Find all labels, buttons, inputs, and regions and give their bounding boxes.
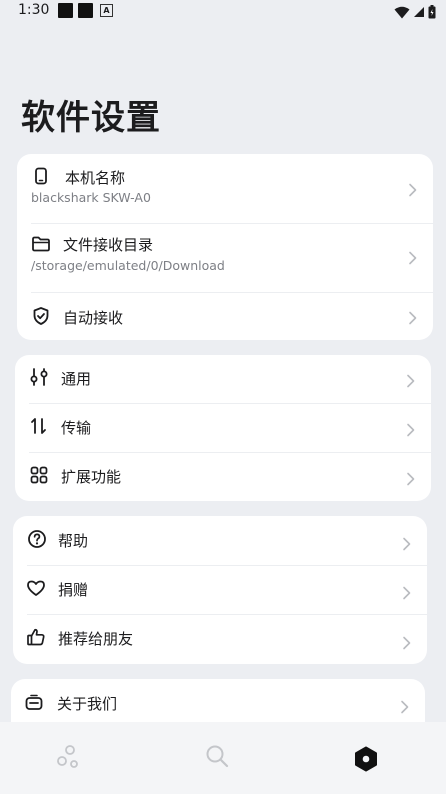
- heart-icon: [26, 578, 46, 598]
- chevron-right-icon: [408, 311, 418, 325]
- grid-icon: [29, 465, 49, 485]
- device-name-label: 本机名称: [65, 169, 126, 187]
- general-item[interactable]: 通用: [15, 355, 431, 403]
- about-label: 关于我们: [57, 695, 118, 713]
- page-title: 软件设置: [21, 98, 161, 138]
- recommend-item[interactable]: 推荐给朋友: [13, 615, 427, 664]
- device-settings-card: 本机名称 blackshark SKW-A0 文件接收目录 /storage/e…: [17, 154, 433, 340]
- shield-check-icon: [31, 306, 51, 326]
- bottom-navigation: [0, 722, 446, 794]
- search-icon: [206, 745, 229, 768]
- battery-icon: [428, 5, 436, 19]
- receive-folder-label: 文件接收目录: [63, 236, 154, 254]
- donate-label: 捐赠: [58, 581, 89, 599]
- device-name-item[interactable]: 本机名称 blackshark SKW-A0: [17, 154, 433, 224]
- recommend-label: 推荐给朋友: [58, 630, 134, 648]
- auto-receive-label: 自动接收: [63, 309, 124, 327]
- help-item[interactable]: 帮助: [13, 516, 427, 564]
- wifi-icon: [394, 6, 410, 18]
- nav-home-button[interactable]: [54, 742, 84, 772]
- help-circle-icon: [27, 529, 47, 549]
- notification-a-icon: A: [100, 4, 113, 17]
- nav-search-button[interactable]: [203, 742, 233, 772]
- transfer-item[interactable]: 传输: [15, 404, 431, 452]
- folder-icon: [31, 234, 51, 254]
- chevron-right-icon: [406, 423, 416, 437]
- status-bar: 1:30 A: [0, 0, 446, 26]
- device-name-value: blackshark SKW-A0: [31, 190, 151, 205]
- transfer-arrows-icon: [29, 416, 49, 436]
- general-label: 通用: [61, 370, 92, 388]
- extensions-label: 扩展功能: [61, 468, 122, 486]
- signal-icon: [414, 7, 424, 17]
- chevron-right-icon: [406, 374, 416, 388]
- chevron-right-icon: [402, 636, 412, 650]
- auto-receive-item[interactable]: 自动接收: [17, 293, 433, 340]
- bubbles-icon: [57, 745, 78, 768]
- receive-folder-path: /storage/emulated/0/Download: [31, 258, 225, 273]
- status-icons: [394, 5, 436, 19]
- general-settings-card: 通用 传输 扩展功能: [15, 355, 431, 501]
- sliders-icon: [29, 367, 49, 387]
- robot-icon: [24, 693, 44, 713]
- help-label: 帮助: [58, 532, 89, 550]
- hexagon-settings-icon: [355, 746, 377, 772]
- chevron-right-icon: [402, 586, 412, 600]
- receive-folder-item[interactable]: 文件接收目录 /storage/emulated/0/Download: [17, 224, 433, 292]
- about-item[interactable]: 关于我们: [11, 679, 425, 727]
- chevron-right-icon: [406, 472, 416, 486]
- notification-icon: [78, 3, 93, 18]
- phone-icon: [31, 166, 51, 186]
- chevron-right-icon: [408, 183, 418, 197]
- donate-item[interactable]: 捐赠: [13, 566, 427, 614]
- transfer-label: 传输: [61, 419, 92, 437]
- notification-icon: [58, 3, 73, 18]
- chevron-right-icon: [408, 251, 418, 265]
- status-time: 1:30: [18, 2, 50, 18]
- nav-settings-button[interactable]: [351, 744, 381, 774]
- extensions-item[interactable]: 扩展功能: [15, 453, 431, 501]
- thumbs-up-icon: [26, 627, 46, 647]
- chevron-right-icon: [402, 537, 412, 551]
- chevron-right-icon: [400, 700, 410, 714]
- support-card: 帮助 捐赠 推荐给朋友: [13, 516, 427, 664]
